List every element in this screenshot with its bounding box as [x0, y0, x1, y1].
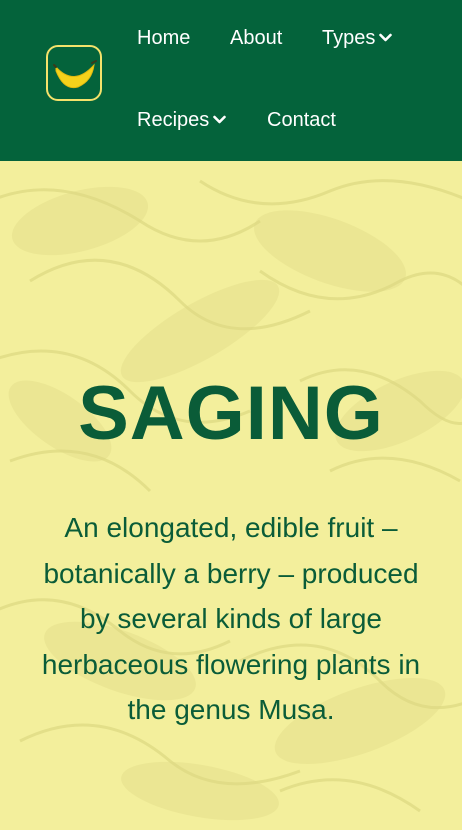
- logo-button[interactable]: [46, 45, 102, 101]
- nav-recipes-dropdown[interactable]: Recipes: [137, 107, 227, 133]
- chevron-down-icon: [213, 107, 227, 131]
- banana-icon: [53, 60, 97, 89]
- navbar: Home About Types Recipes Contact: [0, 0, 462, 161]
- hero-description: An elongated, edible fruit – botanically…: [41, 512, 421, 725]
- hero-section: SAGING An elongated, edible fruit – bota…: [0, 161, 462, 830]
- nav-recipes-label: Recipes: [137, 109, 210, 131]
- nav-types-dropdown[interactable]: Types: [322, 25, 393, 51]
- nav-types-label: Types: [322, 27, 376, 49]
- chevron-down-icon: [379, 25, 393, 49]
- nav-contact-label: Contact: [267, 109, 336, 131]
- nav-home-link[interactable]: Home: [137, 26, 190, 50]
- nav-about-link[interactable]: About: [230, 26, 282, 50]
- nav-home-label: Home: [137, 27, 191, 49]
- nav-about-label: About: [230, 27, 283, 49]
- nav-contact-link[interactable]: Contact: [267, 108, 336, 132]
- hero-title: SAGING: [78, 371, 384, 456]
